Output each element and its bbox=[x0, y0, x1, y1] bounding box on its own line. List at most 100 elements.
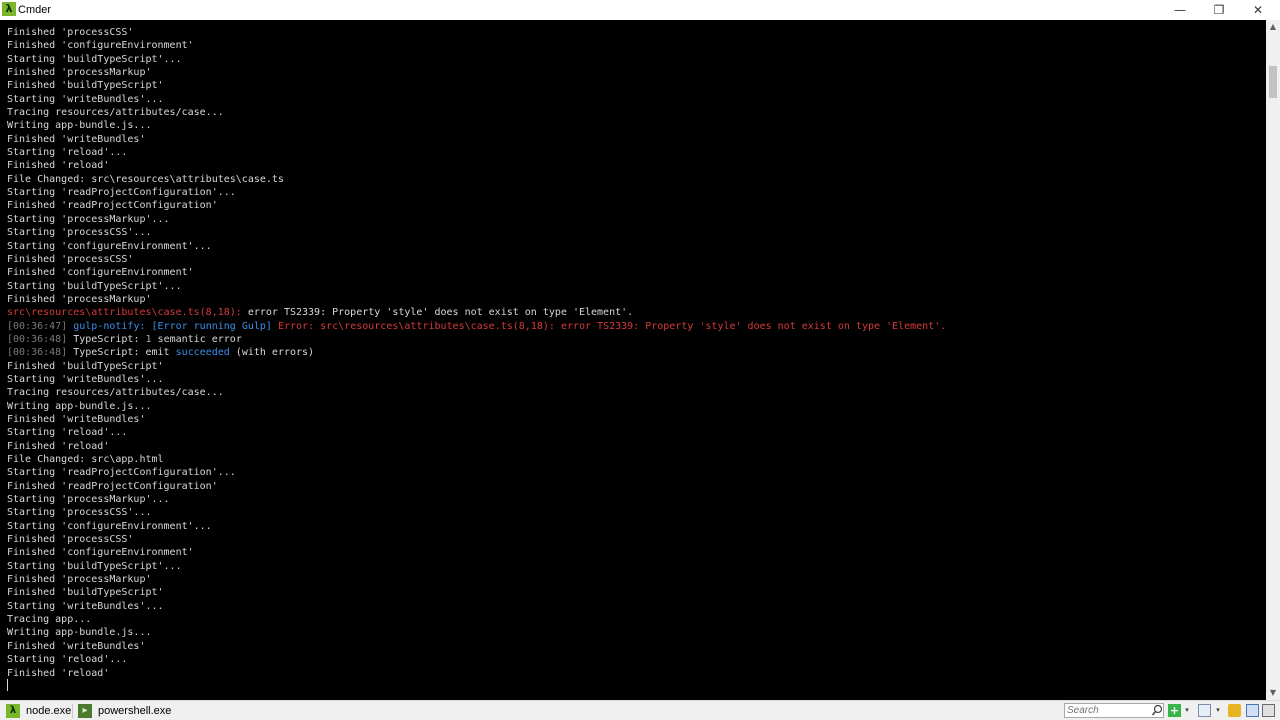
vertical-scrollbar[interactable]: ▲ ▼ bbox=[1266, 20, 1280, 700]
search-input[interactable] bbox=[1067, 704, 1147, 717]
close-icon: ✕ bbox=[1252, 3, 1264, 17]
chevron-down-icon[interactable]: ▾ bbox=[1214, 705, 1222, 715]
terminal-line: Finished 'processCSS' bbox=[7, 253, 946, 266]
terminal-line: Finished 'buildTypeScript' bbox=[7, 360, 946, 373]
terminal-text: Tracing app... bbox=[7, 614, 92, 626]
terminal-line: Finished 'reload' bbox=[7, 667, 946, 680]
terminal-text: Finished 'readProjectConfiguration' bbox=[7, 480, 218, 492]
terminal-text: Finished 'reload' bbox=[7, 160, 110, 172]
terminal-line: Finished 'writeBundles' bbox=[7, 640, 946, 653]
cmder-lambda-icon: λ bbox=[6, 704, 20, 718]
restore-icon: ❐ bbox=[1213, 3, 1225, 17]
split-view-icon[interactable] bbox=[1246, 704, 1259, 717]
terminal-line: [00:36:47] gulp-notify: [Error running G… bbox=[7, 320, 946, 333]
terminal-line: Finished 'reload' bbox=[7, 440, 946, 453]
terminal-text: [00:36:48] bbox=[7, 333, 68, 345]
terminal-text: [00:36:48] bbox=[7, 347, 68, 359]
terminal-output[interactable]: Finished 'processCSS' Finished 'configure… bbox=[0, 20, 1266, 700]
terminal-text: Finished 'processCSS' bbox=[7, 253, 134, 265]
terminal-text: Finished 'reload' bbox=[7, 667, 110, 679]
terminal-text: gulp-notify: bbox=[67, 320, 152, 332]
terminal-line: Starting 'readProjectConfiguration'... bbox=[7, 466, 946, 479]
terminal-line: Finished 'writeBundles' bbox=[7, 413, 946, 426]
terminal-text: Finished 'configureEnvironment' bbox=[7, 40, 194, 52]
terminal-text: Finished 'configureEnvironment' bbox=[7, 547, 194, 559]
terminal-line: [00:36:48] TypeScript: emit succeeded (w… bbox=[7, 346, 946, 359]
terminal-text: Starting 'buildTypeScript'... bbox=[7, 280, 182, 292]
terminal-line: Starting 'processCSS'... bbox=[7, 506, 946, 519]
terminal-text: [Error running Gulp] bbox=[151, 320, 272, 332]
terminal-line: Starting 'reload'... bbox=[7, 146, 946, 159]
lock-icon[interactable] bbox=[1228, 704, 1241, 717]
close-button[interactable]: ✕ bbox=[1238, 0, 1278, 20]
layout-icon[interactable] bbox=[1198, 704, 1211, 717]
restore-button[interactable]: ❐ bbox=[1199, 0, 1239, 20]
terminal-text: Finished 'processMarkup' bbox=[7, 67, 152, 79]
terminal-line: Starting 'writeBundles'... bbox=[7, 600, 946, 613]
tab-label: node.exe bbox=[26, 705, 72, 717]
minimize-icon: — bbox=[1174, 3, 1186, 17]
terminal-text: Starting 'writeBundles'... bbox=[7, 600, 164, 612]
terminal-line: [00:36:48] TypeScript: 1 semantic error bbox=[7, 333, 946, 346]
terminal-line: Finished 'configureEnvironment' bbox=[7, 266, 946, 279]
terminal-text: Finished 'writeBundles' bbox=[7, 133, 146, 145]
terminal-line: Finished 'processMarkup' bbox=[7, 66, 946, 79]
terminal-text: Finished 'configureEnvironment' bbox=[7, 267, 194, 279]
terminal-line: Starting 'reload'... bbox=[7, 426, 946, 439]
terminal-line: Starting 'processCSS'... bbox=[7, 226, 946, 239]
terminal-text: Writing app-bundle.js... bbox=[7, 400, 152, 412]
chevron-down-icon[interactable]: ▾ bbox=[1183, 705, 1191, 715]
terminal-text: semantic error bbox=[151, 333, 242, 345]
terminal-text: error TS2339: Property 'style' does not … bbox=[241, 307, 634, 319]
terminal-text: Tracing resources/attributes/case... bbox=[7, 387, 224, 399]
terminal-line: Tracing resources/attributes/case... bbox=[7, 386, 946, 399]
terminal-line: Writing app-bundle.js... bbox=[7, 400, 946, 413]
terminal-text: Starting 'processMarkup'... bbox=[7, 213, 170, 225]
terminal-line: src\resources\attributes\case.ts(8,18): … bbox=[7, 306, 946, 319]
terminal-text: Starting 'reload'... bbox=[7, 427, 128, 439]
terminal-line: Starting 'reload'... bbox=[7, 653, 946, 666]
terminal-line: Finished 'processCSS' bbox=[7, 533, 946, 546]
terminal-line: Finished 'reload' bbox=[7, 159, 946, 172]
terminal-text: [00:36:47] bbox=[7, 320, 68, 332]
window-title: Cmder bbox=[18, 4, 52, 16]
search-icon[interactable] bbox=[1151, 704, 1163, 717]
terminal-text: Finished 'readProjectConfiguration' bbox=[7, 200, 218, 212]
terminal-text: Starting 'processMarkup'... bbox=[7, 494, 170, 506]
terminal-text: TypeScript: bbox=[67, 333, 146, 345]
scroll-up-button[interactable]: ▲ bbox=[1266, 20, 1280, 34]
minimize-button[interactable]: — bbox=[1160, 0, 1200, 20]
menu-icon[interactable] bbox=[1262, 704, 1275, 717]
terminal-text: Finished 'processMarkup' bbox=[7, 574, 152, 586]
terminal-text: Finished 'processCSS' bbox=[7, 534, 134, 546]
terminal-line: Finished 'configureEnvironment' bbox=[7, 39, 946, 52]
terminal-text: TypeScript: emit bbox=[67, 347, 176, 359]
terminal-text: Starting 'reload'... bbox=[7, 654, 128, 666]
cmder-lambda-icon[interactable]: λ bbox=[2, 2, 16, 16]
terminal-text: Starting 'readProjectConfiguration'... bbox=[7, 187, 236, 199]
terminal-text: Finished 'writeBundles' bbox=[7, 640, 146, 652]
terminal-line: Finished 'readProjectConfiguration' bbox=[7, 199, 946, 212]
text-cursor bbox=[7, 679, 8, 691]
terminal-text: Starting 'configureEnvironment'... bbox=[7, 240, 212, 252]
terminal-text: Starting 'configureEnvironment'... bbox=[7, 520, 212, 532]
terminal-line: File Changed: src\resources\attributes\c… bbox=[7, 173, 946, 186]
terminal-line: Finished 'processMarkup' bbox=[7, 293, 946, 306]
terminal-text: Finished 'processCSS' bbox=[7, 27, 134, 38]
new-console-icon[interactable]: + bbox=[1168, 704, 1181, 717]
terminal-text: Starting 'processCSS'... bbox=[7, 507, 152, 519]
terminal-line: Finished 'buildTypeScript' bbox=[7, 586, 946, 599]
terminal-line: Starting 'configureEnvironment'... bbox=[7, 240, 946, 253]
scroll-down-button[interactable]: ▼ bbox=[1266, 686, 1280, 700]
tab-divider bbox=[72, 704, 73, 718]
terminal-text: succeeded bbox=[175, 347, 230, 359]
title-bar[interactable]: λ Cmder — ❐ ✕ bbox=[0, 0, 1280, 20]
terminal-text: Finished 'writeBundles' bbox=[7, 413, 146, 425]
scroll-thumb[interactable] bbox=[1269, 66, 1277, 98]
terminal-text: src\resources\attributes\case.ts(8,18): bbox=[7, 307, 242, 319]
search-field[interactable] bbox=[1064, 703, 1164, 718]
terminal-text: Starting 'readProjectConfiguration'... bbox=[7, 467, 236, 479]
terminal-line: Tracing app... bbox=[7, 613, 946, 626]
terminal-text: (with errors) bbox=[229, 347, 315, 359]
terminal-line: Finished 'configureEnvironment' bbox=[7, 546, 946, 559]
